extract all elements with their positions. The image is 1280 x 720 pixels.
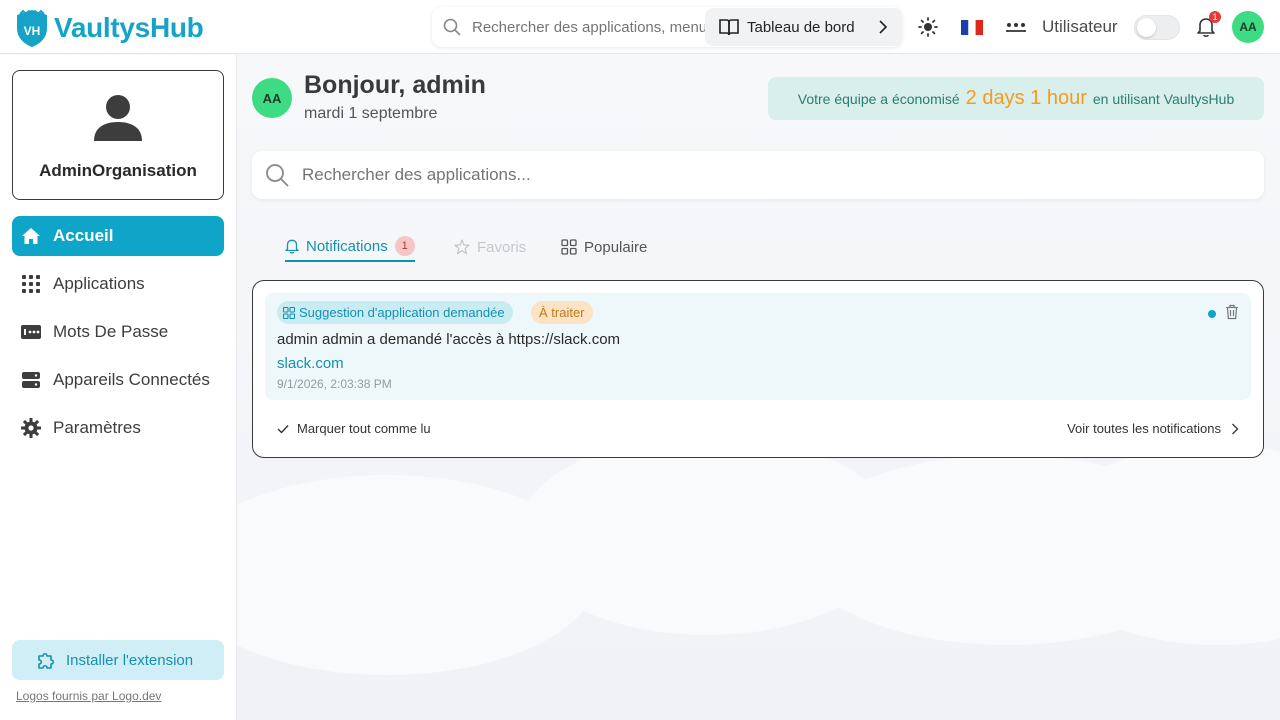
- notification-status-tag: À traiter: [531, 301, 593, 324]
- check-icon: [277, 424, 289, 434]
- header-search-input[interactable]: [472, 18, 712, 36]
- notification-type-tag: Suggestion d'application demandée: [277, 301, 513, 324]
- sidebar-item-label: Mots De Passe: [53, 322, 169, 341]
- notification-timestamp: 9/1/2026, 2:03:38 PM: [277, 377, 392, 391]
- theme-toggle-sun-icon[interactable]: [917, 16, 939, 38]
- search-icon: [443, 18, 461, 36]
- chevron-right-icon: [879, 20, 888, 34]
- tab-favoris-label: Favoris: [477, 238, 527, 256]
- logo-text: VaultysHub: [54, 12, 204, 43]
- user-mode-label: Utilisateur: [1042, 17, 1118, 36]
- notification-item[interactable]: Suggestion d'application demandée À trai…: [265, 293, 1251, 400]
- sidebar-item-label: Paramètres: [53, 418, 141, 437]
- gear-icon: [21, 418, 41, 438]
- see-all-notifications-button[interactable]: Voir toutes les notifications: [1067, 421, 1239, 436]
- tab-notifications-badge: 1: [394, 236, 415, 256]
- greeting-title: Bonjour, admin: [304, 71, 486, 99]
- greeting-date: mardi 1 septembre: [304, 105, 438, 122]
- logos-credit-link[interactable]: Logos fournis par Logo.dev: [16, 689, 161, 703]
- unread-indicator: [1208, 310, 1216, 318]
- logo-badge-text: VH: [24, 24, 41, 38]
- time-saved-banner: Votre équipe a économisé 2 days 1 hour e…: [768, 77, 1264, 120]
- install-extension-button[interactable]: Installer l'extension: [12, 640, 224, 680]
- sidebar-item-accueil[interactable]: Accueil: [12, 216, 224, 256]
- sidebar-item-mots-de-passe[interactable]: Mots De Passe: [12, 312, 224, 352]
- sidebar-item-appareils-connectes[interactable]: Appareils Connectés: [12, 360, 224, 400]
- user-silhouette-icon: [94, 95, 142, 141]
- shield-logo-icon: VH: [17, 9, 47, 47]
- notification-type-label: Suggestion d'application demandée: [299, 305, 505, 320]
- tab-favoris[interactable]: Favoris: [454, 232, 526, 262]
- apps-icon: [283, 306, 295, 319]
- tab-populaire[interactable]: Populaire: [561, 232, 647, 262]
- search-icon: [266, 164, 289, 187]
- savings-prefix: Votre équipe a économisé: [797, 90, 960, 107]
- trash-icon[interactable]: [1224, 304, 1240, 320]
- star-icon: [454, 239, 470, 255]
- app-search[interactable]: [252, 151, 1264, 199]
- top-header: VH VaultysHub Tableau de bord: [0, 0, 1280, 54]
- admin-mode-toggle[interactable]: [1134, 15, 1180, 40]
- devices-icon: [21, 370, 41, 390]
- chevron-right-icon: [1232, 423, 1239, 434]
- sidebar-item-applications[interactable]: Applications: [12, 264, 224, 304]
- greeting-avatar: AA: [252, 78, 292, 118]
- notification-message: admin admin a demandé l'accès à https://…: [277, 331, 621, 348]
- sidebar-item-label: Applications: [53, 274, 145, 293]
- notification-count-badge: 1: [1209, 11, 1221, 23]
- savings-highlight: 2 days 1 hour: [965, 87, 1087, 109]
- french-flag-icon[interactable]: [961, 16, 983, 38]
- organisation-card[interactable]: AdminOrganisation: [12, 70, 224, 200]
- bell-icon: [285, 239, 299, 254]
- mark-all-read-label: Marquer tout comme lu: [297, 421, 431, 436]
- logo[interactable]: VH VaultysHub: [14, 8, 204, 48]
- password-icon: [21, 322, 41, 342]
- puzzle-icon: [38, 652, 55, 669]
- book-icon: [719, 19, 739, 36]
- tab-populaire-label: Populaire: [584, 238, 648, 256]
- organisation-name: AdminOrganisation: [39, 161, 197, 180]
- mark-all-read-button[interactable]: Marquer tout comme lu: [277, 421, 431, 436]
- toggle-knob: [1137, 18, 1156, 37]
- install-extension-label: Installer l'extension: [66, 651, 194, 669]
- grid-icon: [561, 239, 577, 255]
- sidebar-item-parametres[interactable]: Paramètres: [12, 408, 224, 448]
- home-icon: [21, 226, 41, 246]
- tab-notifications-label: Notifications: [306, 237, 388, 255]
- see-all-notifications-label: Voir toutes les notifications: [1067, 421, 1221, 436]
- savings-suffix: en utilisant VaultysHub: [1092, 90, 1235, 107]
- password-mask-icon[interactable]: [1005, 16, 1027, 38]
- main-content: AA Bonjour, admin mardi 1 septembre Votr…: [237, 55, 1280, 720]
- apps-grid-icon: [21, 274, 41, 294]
- app-search-input[interactable]: [302, 165, 902, 185]
- sidebar-item-label: Accueil: [53, 226, 114, 245]
- sidebar-item-label: Appareils Connectés: [53, 370, 210, 389]
- sidebar: AdminOrganisation Accueil Applications M…: [0, 55, 237, 720]
- notification-link[interactable]: slack.com: [277, 355, 344, 372]
- user-avatar[interactable]: AA: [1232, 11, 1264, 43]
- dashboard-button[interactable]: Tableau de bord: [705, 8, 902, 46]
- dashboard-label: Tableau de bord: [747, 18, 855, 36]
- tab-notifications[interactable]: Notifications 1: [285, 232, 415, 262]
- notifications-panel: Suggestion d'application demandée À trai…: [252, 280, 1264, 458]
